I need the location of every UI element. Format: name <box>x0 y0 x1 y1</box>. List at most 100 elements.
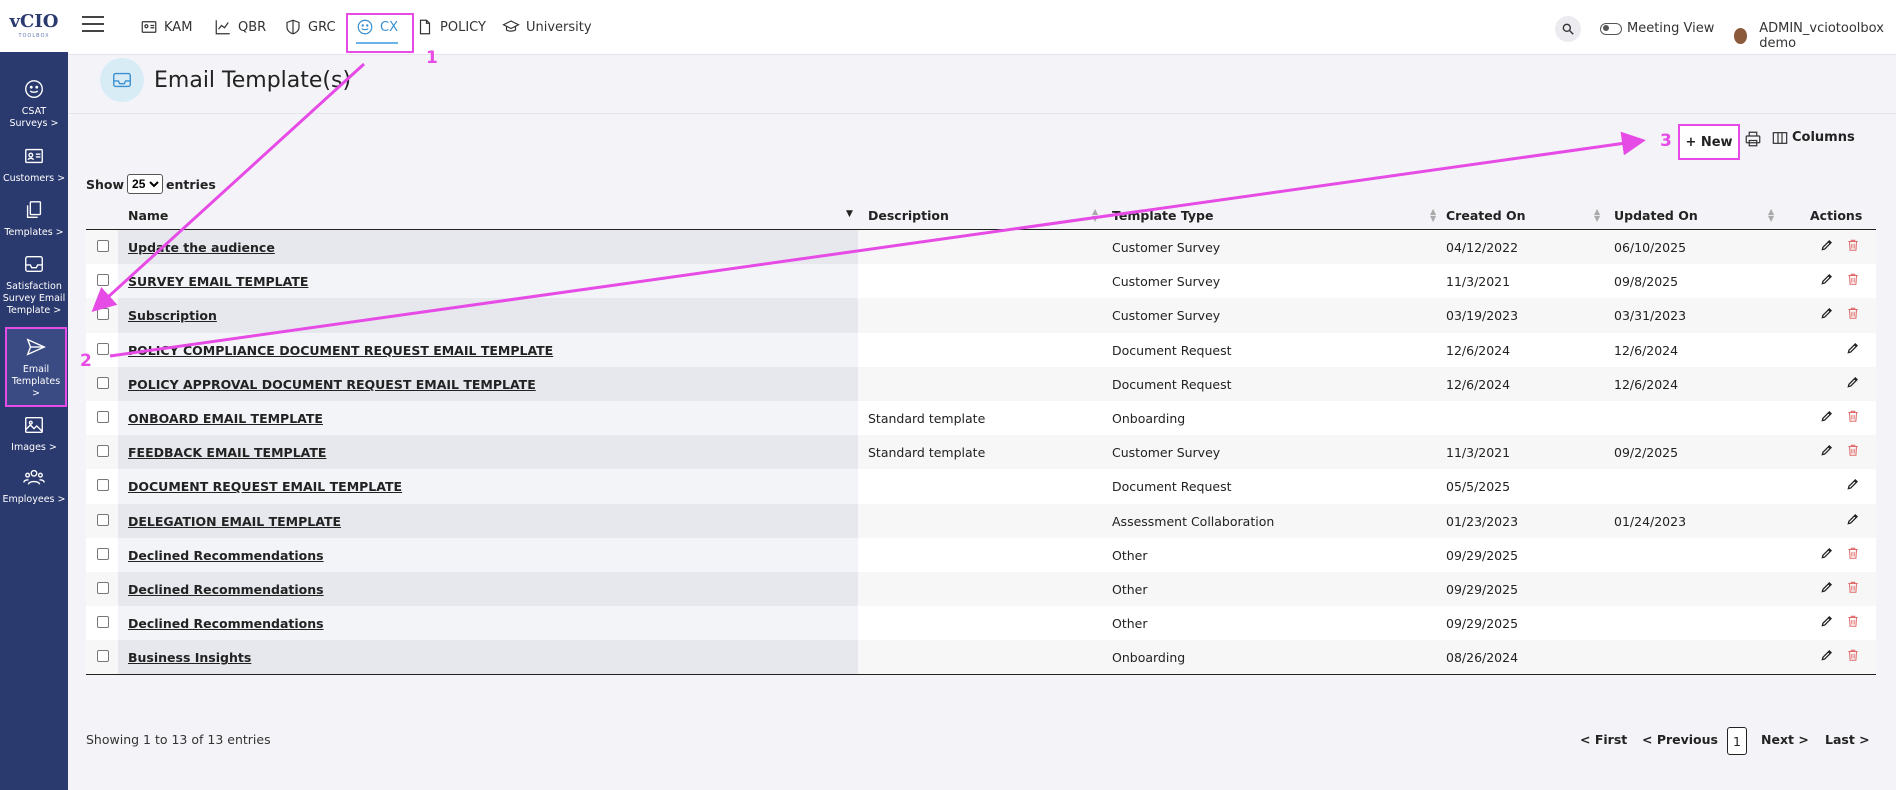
template-name-link[interactable]: SURVEY EMAIL TEMPLATE <box>128 274 308 289</box>
row-checkbox[interactable] <box>97 547 109 560</box>
page-size-select[interactable]: 25 <box>127 174 164 194</box>
sidebar-item-images[interactable]: Images > <box>0 414 68 454</box>
column-header-updated-on[interactable]: Updated On <box>1614 208 1698 223</box>
document-icon <box>419 19 431 35</box>
template-name-link[interactable]: FEEDBACK EMAIL TEMPLATE <box>128 445 326 460</box>
pencil-icon[interactable] <box>1820 614 1834 628</box>
table-header: Name ▼ Description ▲ ▼ Template Type ▲ ▼ C… <box>86 200 1876 230</box>
trash-icon[interactable] <box>1846 306 1860 320</box>
template-name-link[interactable]: Business Insights <box>128 650 251 665</box>
template-name-link[interactable]: Subscription <box>128 308 217 323</box>
sort-desc-icon[interactable]: ▼ <box>846 210 853 219</box>
show-label: Show <box>86 176 125 192</box>
tab-university[interactable]: University <box>502 18 592 36</box>
sidebar-item-customers[interactable]: Customers > <box>0 145 68 185</box>
pencil-icon[interactable] <box>1820 272 1834 286</box>
user-name: ADMIN_vciotoolbox demo <box>1759 21 1884 51</box>
template-name-link[interactable]: DOCUMENT REQUEST EMAIL TEMPLATE <box>128 479 402 494</box>
created-on-cell: 11/3/2021 <box>1446 274 1511 290</box>
row-checkbox[interactable] <box>97 616 109 629</box>
pencil-icon[interactable] <box>1820 580 1834 594</box>
template-type-cell: Other <box>1112 616 1148 632</box>
next-page-button[interactable]: Next > <box>1761 732 1809 747</box>
pencil-icon[interactable] <box>1820 546 1834 560</box>
pencil-icon[interactable] <box>1820 238 1834 252</box>
row-checkbox[interactable] <box>97 376 109 389</box>
row-checkbox[interactable] <box>97 650 109 663</box>
template-name-link[interactable]: Declined Recommendations <box>128 548 324 563</box>
row-checkbox[interactable] <box>97 342 109 355</box>
row-checkbox[interactable] <box>97 274 109 287</box>
sidebar-item-templates[interactable]: Templates > <box>0 199 68 239</box>
search-button[interactable] <box>1555 16 1581 42</box>
last-page-button[interactable]: Last > <box>1825 732 1870 747</box>
column-header-name[interactable]: Name <box>128 208 168 223</box>
pencil-icon[interactable] <box>1820 648 1834 662</box>
trash-icon[interactable] <box>1846 648 1860 662</box>
sidebar-item-satisfaction-survey-email-template[interactable]: Satisfaction Survey Email Template > <box>0 253 68 317</box>
template-name-link[interactable]: POLICY COMPLIANCE DOCUMENT REQUEST EMAIL… <box>128 343 553 358</box>
trash-icon[interactable] <box>1846 443 1860 457</box>
template-name-link[interactable]: DELEGATION EMAIL TEMPLATE <box>128 514 341 529</box>
previous-page-button[interactable]: < Previous <box>1642 732 1718 747</box>
page-1-button[interactable]: 1 <box>1727 727 1747 755</box>
pencil-icon[interactable] <box>1846 477 1860 491</box>
sort-icon[interactable]: ▲ ▼ <box>1768 208 1774 223</box>
table-row: POLICY APPROVAL DOCUMENT REQUEST EMAIL T… <box>86 366 1876 401</box>
hamburger-icon[interactable] <box>82 16 104 34</box>
pencil-icon[interactable] <box>1820 409 1834 423</box>
column-header-actions: Actions <box>1810 208 1863 223</box>
pencil-icon[interactable] <box>1820 443 1834 457</box>
sidebar-item-email-templates[interactable]: Email Templates > <box>5 327 67 407</box>
row-checkbox[interactable] <box>97 410 109 423</box>
created-on-cell: 04/12/2022 <box>1446 240 1519 255</box>
created-on-cell: 12/6/2024 <box>1446 342 1511 358</box>
row-checkbox[interactable] <box>97 479 109 492</box>
tab-kam[interactable]: KAM <box>140 18 192 36</box>
template-name-link[interactable]: ONBOARD EMAIL TEMPLATE <box>128 411 323 426</box>
sort-icon[interactable]: ▲ ▼ <box>1430 208 1436 223</box>
template-type-cell: Document Request <box>1112 376 1232 392</box>
row-checkbox[interactable] <box>97 513 109 526</box>
logo[interactable]: vCIO TOOLBOX <box>0 0 68 52</box>
template-type-cell: Document Request <box>1112 342 1232 358</box>
column-header-template-type[interactable]: Template Type <box>1112 208 1213 223</box>
row-checkbox[interactable] <box>97 240 109 252</box>
column-header-description[interactable]: Description <box>868 208 949 223</box>
first-page-button[interactable]: < First <box>1580 732 1627 747</box>
row-checkbox[interactable] <box>97 308 109 321</box>
trash-icon[interactable] <box>1846 409 1860 423</box>
printer-icon[interactable] <box>1744 130 1762 148</box>
tab-policy[interactable]: POLICY <box>416 18 486 36</box>
table-row: Business Insights Onboarding 08/26/2024 <box>86 640 1876 675</box>
template-name-link[interactable]: Update the audience <box>128 240 275 255</box>
pencil-icon[interactable] <box>1846 375 1860 389</box>
pencil-icon[interactable] <box>1820 306 1834 320</box>
entries-label: entries <box>166 176 216 192</box>
row-checkbox[interactable] <box>97 581 109 594</box>
trash-icon[interactable] <box>1846 546 1860 560</box>
tab-qbr[interactable]: QBR <box>214 18 266 36</box>
columns-button[interactable]: Columns <box>1772 130 1855 145</box>
divider <box>68 113 1896 114</box>
template-name-link[interactable]: Declined Recommendations <box>128 582 324 597</box>
trash-icon[interactable] <box>1846 580 1860 594</box>
tab-grc[interactable]: GRC <box>284 18 336 36</box>
trash-icon[interactable] <box>1846 238 1860 252</box>
table-bottom-border <box>86 674 1876 676</box>
template-name-link[interactable]: Declined Recommendations <box>128 616 324 631</box>
template-name-link[interactable]: POLICY APPROVAL DOCUMENT REQUEST EMAIL T… <box>128 377 536 392</box>
sidebar-item-csat-surveys[interactable]: CSAT Surveys > <box>0 78 68 130</box>
user-menu[interactable]: ADMIN_vciotoolbox demo <box>1734 21 1896 51</box>
pencil-icon[interactable] <box>1846 512 1860 526</box>
column-header-created-on[interactable]: Created On <box>1446 208 1526 223</box>
sort-icon[interactable]: ▲ ▼ <box>1594 208 1600 223</box>
meeting-view-toggle[interactable]: Meeting View <box>1600 21 1714 36</box>
sort-icon[interactable]: ▲ ▼ <box>1092 208 1098 223</box>
trash-icon[interactable] <box>1846 272 1860 286</box>
trash-icon[interactable] <box>1846 614 1860 628</box>
row-checkbox[interactable] <box>97 445 109 458</box>
new-button[interactable]: + New <box>1678 124 1740 160</box>
sidebar-item-employees[interactable]: Employees > <box>0 466 68 506</box>
pencil-icon[interactable] <box>1846 341 1860 355</box>
